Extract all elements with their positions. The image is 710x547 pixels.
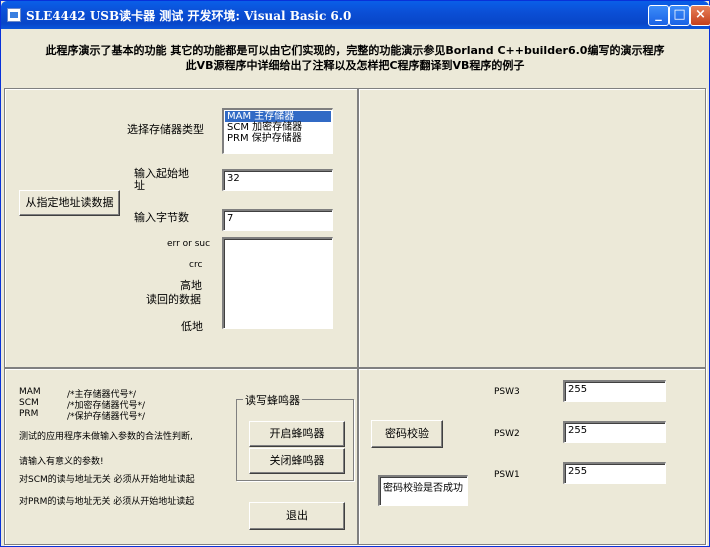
close-button[interactable]: ×	[690, 5, 710, 26]
readback-data-box[interactable]	[222, 237, 333, 329]
byte-count-input[interactable]: 7	[222, 209, 333, 231]
storage-type-list[interactable]: MAM 主存储器 SCM 加密存储器 PRM 保护存储器	[222, 108, 333, 154]
psw3-label: PSW3	[494, 387, 520, 397]
minimize-button[interactable]: _	[648, 5, 669, 26]
psw3-input[interactable]: 255	[563, 380, 666, 402]
psw2-label: PSW2	[494, 429, 520, 439]
scm-note-text: 对SCM的读与地址无关 必须从开始地址读起	[19, 475, 195, 485]
byte-count-label: 输入字节数	[134, 211, 189, 224]
err-suc-label: err or suc	[167, 239, 211, 249]
prm-code-label: PRM	[19, 409, 39, 419]
exit-button[interactable]: 退出	[249, 502, 345, 530]
password-verify-button[interactable]: 密码校验	[371, 420, 443, 448]
psw1-input[interactable]: 255	[563, 462, 666, 484]
maximize-button[interactable]: □	[669, 5, 690, 26]
notice-line-1: 此程序演示了基本的功能 其它的功能都是可以由它们实现的，完整的功能演示参见Bor…	[45, 44, 665, 57]
storage-option-mam[interactable]: MAM 主存储器	[225, 111, 331, 122]
prm-note-text: 对PRM的读与地址无关 必须从开始地址读起	[19, 497, 195, 507]
storage-option-scm[interactable]: SCM 加密存储器	[225, 122, 331, 133]
notice-text: 此程序演示了基本的功能 其它的功能都是可以由它们实现的，完整的功能演示参见Bor…	[4, 43, 706, 73]
app-window: SLE4442 USB读卡器 测试 开发环境: Visual Basic 6.0…	[0, 0, 710, 547]
warning-text-1: 测试的应用程序未做输入参数的合法性判断,	[19, 432, 193, 442]
title-bar[interactable]: SLE4442 USB读卡器 测试 开发环境: Visual Basic 6.0…	[1, 1, 710, 29]
low-address-label: 低地	[181, 320, 203, 333]
mam-code-label: MAM	[19, 387, 41, 397]
psw1-label: PSW1	[494, 470, 520, 480]
read-from-address-button[interactable]: 从指定地址读数据	[19, 190, 120, 216]
client-area: 此程序演示了基本的功能 其它的功能都是可以由它们实现的，完整的功能演示参见Bor…	[4, 29, 706, 545]
notice-line-2: 此VB源程序中详细给出了注释以及怎样把C程序翻译到VB程序的例子	[185, 59, 525, 72]
right-top-frame	[358, 88, 706, 368]
buzzer-on-button[interactable]: 开启蜂鸣器	[249, 421, 345, 447]
crc-label: crc	[189, 260, 203, 270]
storage-type-label: 选择存储器类型	[127, 123, 204, 136]
psw2-input[interactable]: 255	[563, 421, 666, 443]
warning-text-2: 请输入有意义的参数!	[19, 457, 104, 467]
start-address-label: 输入起始地址	[134, 167, 189, 192]
buzzer-off-button[interactable]: 关闭蜂鸣器	[249, 448, 345, 474]
storage-option-prm[interactable]: PRM 保护存储器	[225, 133, 331, 144]
prm-desc-label: /*保护存储器代号*/	[67, 412, 146, 422]
app-icon	[7, 8, 21, 22]
password-result-box[interactable]: 密码校验是否成功	[378, 475, 468, 506]
buzzer-group-title: 读写蜂鸣器	[243, 392, 302, 408]
start-address-input[interactable]: 32	[222, 169, 333, 191]
window-title: SLE4442 USB读卡器 测试 开发环境: Visual Basic 6.0	[26, 9, 352, 23]
readback-data-label: 读回的数据	[146, 293, 201, 306]
scm-code-label: SCM	[19, 398, 39, 408]
